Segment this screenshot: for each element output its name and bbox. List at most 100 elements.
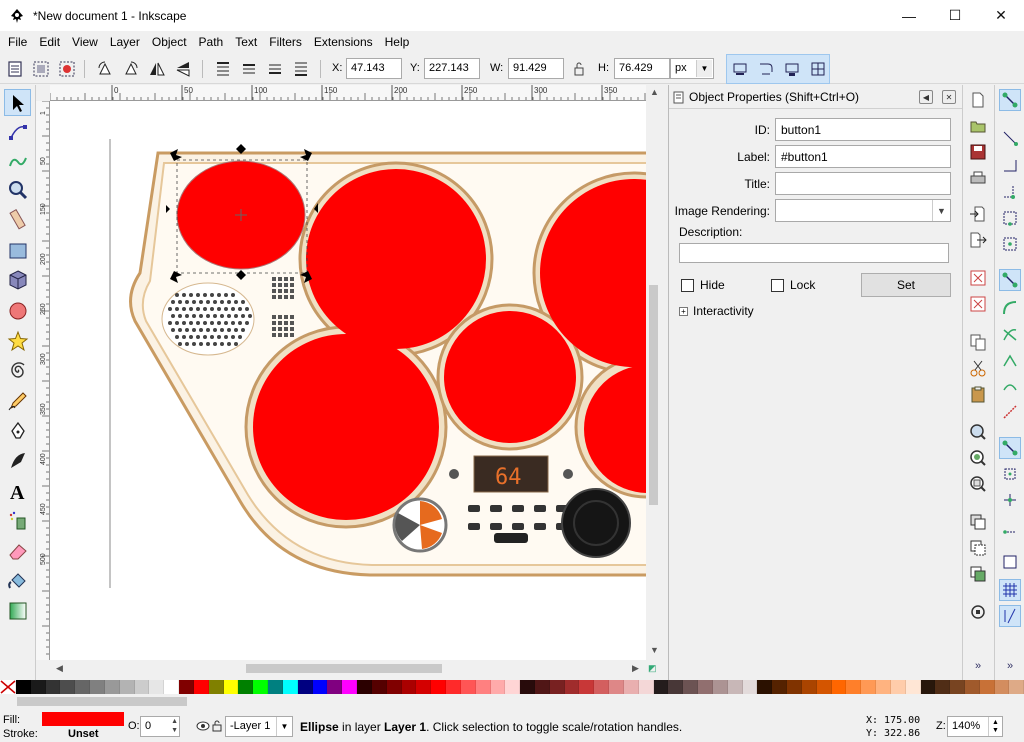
selector-tool-icon[interactable] bbox=[4, 89, 31, 116]
horizontal-scroll-thumb[interactable] bbox=[246, 664, 442, 673]
paste-icon[interactable] bbox=[967, 383, 989, 405]
vertical-scrollbar[interactable]: ▲ ▼ bbox=[646, 85, 661, 660]
palette-swatch[interactable] bbox=[297, 680, 313, 694]
select-all-icon[interactable] bbox=[4, 58, 26, 80]
deselect-icon[interactable] bbox=[56, 58, 78, 80]
rotate-cw-icon[interactable] bbox=[120, 58, 142, 80]
palette-swatch[interactable] bbox=[490, 680, 506, 694]
label-input[interactable]: #button1 bbox=[775, 145, 951, 168]
rotate-ccw-icon[interactable] bbox=[94, 58, 116, 80]
palette-swatch[interactable] bbox=[60, 680, 76, 694]
tweak-tool-icon[interactable] bbox=[4, 147, 31, 174]
palette-swatch[interactable] bbox=[950, 680, 965, 694]
3d-box-tool-icon[interactable] bbox=[4, 266, 31, 293]
lower-to-bottom-icon[interactable] bbox=[290, 58, 312, 80]
dock-close-icon[interactable]: ✕ bbox=[942, 90, 956, 104]
snap-path-intersections-icon[interactable] bbox=[999, 323, 1021, 345]
print-icon[interactable] bbox=[967, 167, 989, 189]
zoom-tool-icon[interactable] bbox=[4, 176, 31, 203]
palette-swatch[interactable] bbox=[549, 680, 565, 694]
palette-swatch[interactable] bbox=[787, 680, 802, 694]
menu-filters[interactable]: Filters bbox=[263, 35, 308, 49]
lock-checkbox[interactable]: Lock bbox=[771, 278, 815, 292]
hide-checkbox[interactable]: Hide bbox=[681, 278, 725, 292]
set-button[interactable]: Set bbox=[861, 273, 951, 297]
scroll-right-icon[interactable]: ▶ bbox=[632, 663, 639, 674]
snap-bbox-icon[interactable] bbox=[999, 127, 1021, 149]
palette-swatch[interactable] bbox=[876, 680, 891, 694]
palette-swatch[interactable] bbox=[193, 680, 209, 694]
expand-plus-icon[interactable]: + bbox=[679, 306, 688, 316]
lower-icon[interactable] bbox=[264, 58, 286, 80]
palette-swatch[interactable] bbox=[45, 680, 61, 694]
xml-editor-icon[interactable] bbox=[967, 601, 989, 623]
rectangle-tool-icon[interactable] bbox=[4, 237, 31, 264]
enable-snapping-icon[interactable] bbox=[999, 89, 1021, 111]
new-document-icon[interactable] bbox=[967, 89, 989, 111]
palette-swatch[interactable] bbox=[282, 680, 298, 694]
palette-swatch[interactable] bbox=[431, 680, 447, 694]
palette-swatch[interactable] bbox=[416, 680, 432, 694]
eye-icon[interactable] bbox=[196, 720, 210, 732]
palette-swatch[interactable] bbox=[831, 680, 847, 694]
palette-swatch[interactable] bbox=[16, 680, 31, 694]
palette-swatch[interactable] bbox=[446, 680, 461, 694]
scroll-up-icon[interactable]: ▲ bbox=[650, 87, 659, 97]
measure-tool-icon[interactable] bbox=[4, 205, 31, 232]
menu-edit[interactable]: Edit bbox=[33, 35, 66, 49]
snap-smooth-nodes-icon[interactable] bbox=[999, 375, 1021, 397]
vertical-ruler[interactable]: 1 50 150 200 250 300 350 400 450 500 bbox=[36, 101, 50, 660]
menu-text[interactable]: Text bbox=[229, 35, 263, 49]
snap-bbox-center-icon[interactable] bbox=[999, 233, 1021, 255]
lock-ratio-icon[interactable] bbox=[568, 58, 590, 80]
palette-swatch[interactable] bbox=[312, 680, 328, 694]
more-snap-options-icon[interactable]: » bbox=[999, 655, 1021, 677]
palette-swatch[interactable] bbox=[609, 680, 624, 694]
text-tool-icon[interactable]: A bbox=[4, 477, 31, 504]
save-icon[interactable] bbox=[967, 141, 989, 163]
palette-swatch[interactable] bbox=[1009, 680, 1024, 694]
open-file-icon[interactable] bbox=[967, 115, 989, 137]
palette-swatch[interactable] bbox=[801, 680, 817, 694]
menu-object[interactable]: Object bbox=[146, 35, 193, 49]
horizontal-ruler[interactable]: 0 50 100 150 200 250 300 350 bbox=[50, 85, 646, 101]
palette-swatch[interactable] bbox=[30, 680, 46, 694]
palette-swatch[interactable] bbox=[90, 680, 105, 694]
scale-stroke-icon[interactable] bbox=[729, 58, 751, 80]
palette-swatch[interactable] bbox=[623, 680, 639, 694]
lock-guides-icon[interactable]: ◩ bbox=[648, 663, 657, 674]
ellipse-tool-icon[interactable] bbox=[4, 297, 31, 324]
snap-rotation-center-icon[interactable] bbox=[999, 489, 1021, 511]
redo-icon[interactable] bbox=[967, 293, 989, 315]
palette-swatch[interactable] bbox=[890, 680, 906, 694]
spray-tool-icon[interactable] bbox=[4, 507, 31, 534]
palette-swatch[interactable] bbox=[342, 680, 358, 694]
palette-swatch[interactable] bbox=[816, 680, 832, 694]
flip-vertical-icon[interactable] bbox=[172, 58, 194, 80]
palette-swatch[interactable] bbox=[594, 680, 610, 694]
palette-swatch[interactable] bbox=[905, 680, 921, 694]
scroll-left-icon[interactable]: ◀ bbox=[56, 663, 63, 674]
palette-swatch[interactable] bbox=[253, 680, 269, 694]
stroke-indicator[interactable]: Unset bbox=[68, 728, 99, 740]
id-input[interactable]: button1 bbox=[775, 118, 951, 141]
snap-bbox-corner-icon[interactable] bbox=[999, 181, 1021, 203]
y-input[interactable]: 227.143 bbox=[424, 58, 480, 79]
zoom-input[interactable]: 140% ▲ ▼ bbox=[947, 716, 1003, 737]
menu-path[interactable]: Path bbox=[193, 35, 230, 49]
calligraphy-tool-icon[interactable] bbox=[4, 447, 31, 474]
palette-swatch[interactable] bbox=[564, 680, 580, 694]
snap-guides-icon[interactable] bbox=[999, 605, 1021, 627]
palette-swatch[interactable] bbox=[742, 680, 758, 694]
menu-layer[interactable]: Layer bbox=[104, 35, 146, 49]
palette-swatch[interactable] bbox=[386, 680, 402, 694]
palette-swatch[interactable] bbox=[653, 680, 669, 694]
zoom-selection-icon[interactable] bbox=[967, 421, 989, 443]
palette-swatch[interactable] bbox=[268, 680, 283, 694]
snap-page-border-icon[interactable] bbox=[999, 551, 1021, 573]
palette-swatch[interactable] bbox=[668, 680, 684, 694]
maximize-button[interactable]: ☐ bbox=[932, 0, 978, 31]
paint-bucket-tool-icon[interactable] bbox=[4, 567, 31, 594]
zoom-spinner-icon[interactable]: ▲ ▼ bbox=[988, 717, 1002, 736]
horizontal-scrollbar[interactable]: ◀ ▶ ◩ bbox=[50, 660, 661, 677]
